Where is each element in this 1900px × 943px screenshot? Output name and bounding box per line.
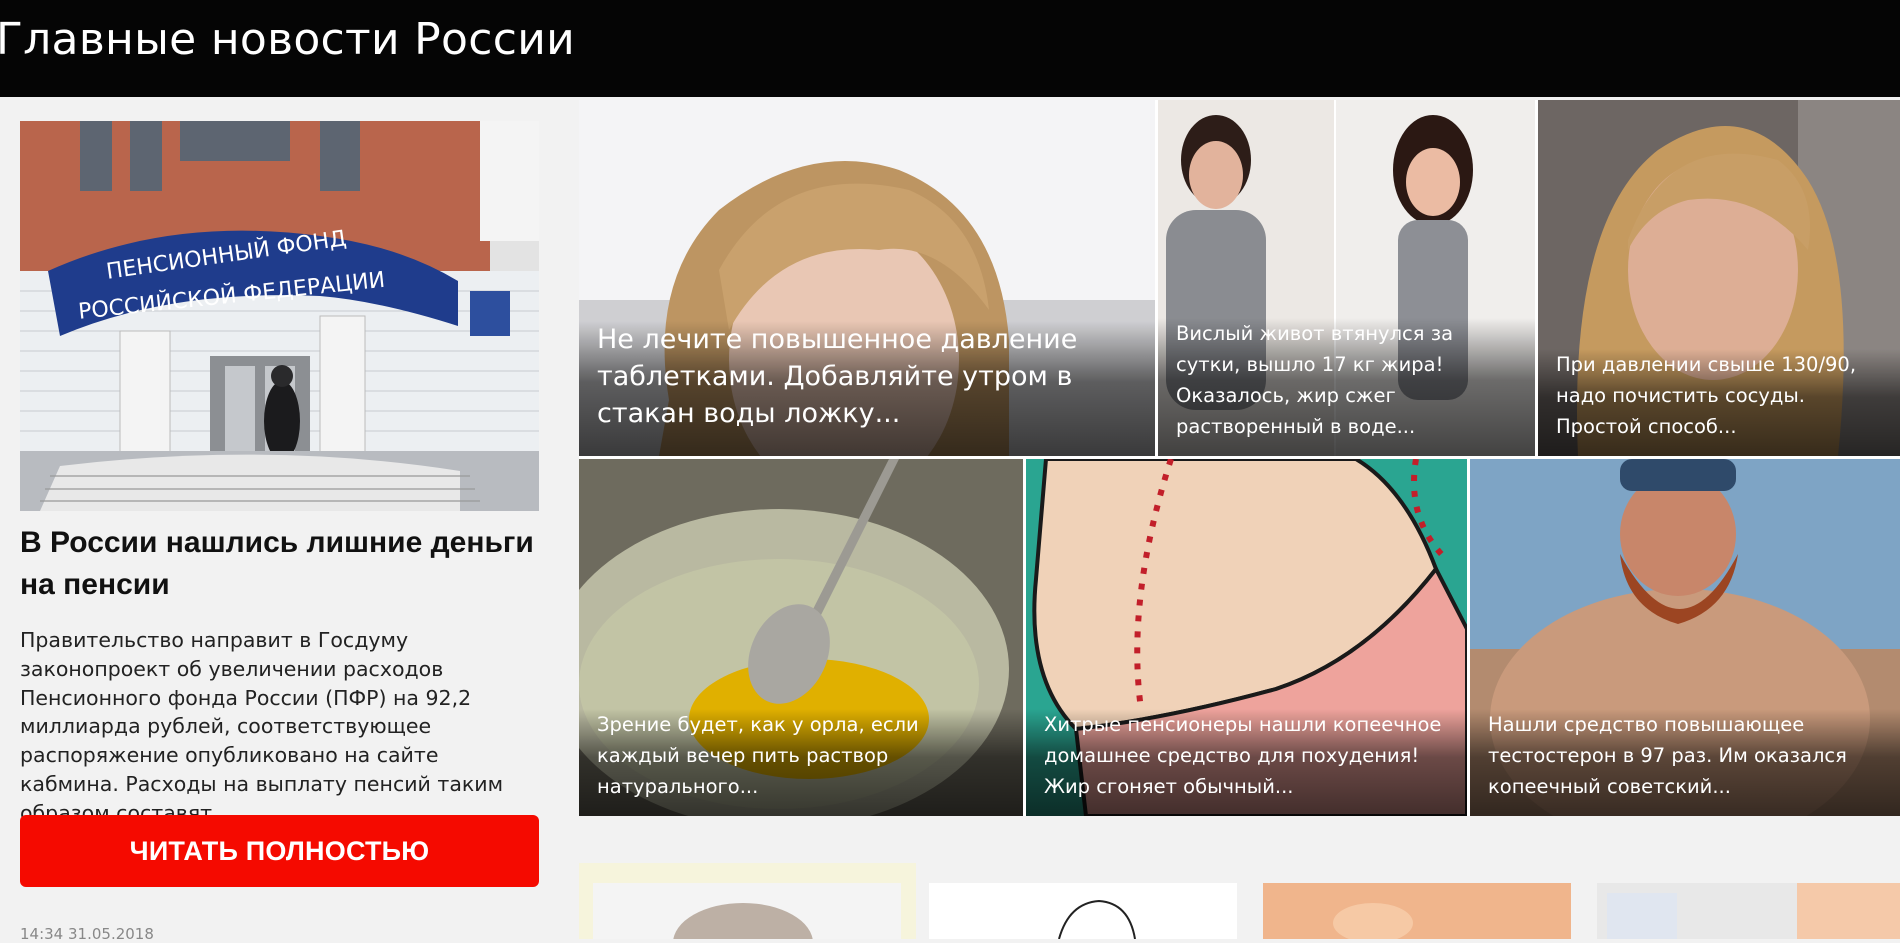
promo-caption-5: Хитрые пенсионеры нашли копеечное домашн… [1044,713,1442,798]
promo-tile-6[interactable]: Нашли средство повышающее тестостерон в … [1470,459,1900,816]
promo-caption-1: Не лечите повышенное давление таблетками… [597,324,1078,429]
promo-tile-5[interactable]: Хитрые пенсионеры нашли копеечное домашн… [1026,459,1467,816]
featured-image[interactable]: ПЕНСИОННЫЙ ФОНД РОССИЙСКОЙ ФЕДЕРАЦИИ [20,121,539,511]
promo-tile-2[interactable]: Вислый живот втянулся за сутки, вышло 17… [1158,100,1535,456]
promo-caption-2: Вислый живот втянулся за сутки, вышло 17… [1176,322,1454,438]
promo-caption-6: Нашли средство повышающее тестостерон в … [1488,713,1847,798]
featured-lede: Правительство направит в Госдуму законоп… [20,628,504,825]
more-story-card-3[interactable] [1263,883,1571,939]
promo-tile-4[interactable]: Зрение будет, как у орла, если каждый ве… [579,459,1023,816]
featured-headline[interactable]: В России нашлись лишние деньги на пенсии [20,522,540,606]
more-stories-row [579,863,1900,939]
featured-timestamp: 14:34 31.05.2018 [20,925,154,943]
promo-caption-3: При давлении свыше 130/90, надо почистит… [1556,353,1857,438]
promo-tile-1[interactable]: Не лечите повышенное давление таблетками… [579,100,1155,456]
featured-article: ПЕНСИОННЫЙ ФОНД РОССИЙСКОЙ ФЕДЕРАЦИИ [20,121,539,511]
more-story-card-1[interactable] [579,863,916,939]
promo-caption-4: Зрение будет, как у орла, если каждый ве… [597,713,919,798]
more-story-card-4[interactable] [1597,883,1900,939]
promo-tile-3[interactable]: При давлении свыше 130/90, надо почистит… [1538,100,1900,456]
top-header: Главные новости России [0,0,1900,97]
site-title[interactable]: Главные новости России [0,14,575,65]
more-story-card-2[interactable] [929,883,1237,939]
read-more-button[interactable]: ЧИТАТЬ ПОЛНОСТЬЮ [20,815,539,887]
promo-grid: Не лечите повышенное давление таблетками… [579,100,1900,816]
